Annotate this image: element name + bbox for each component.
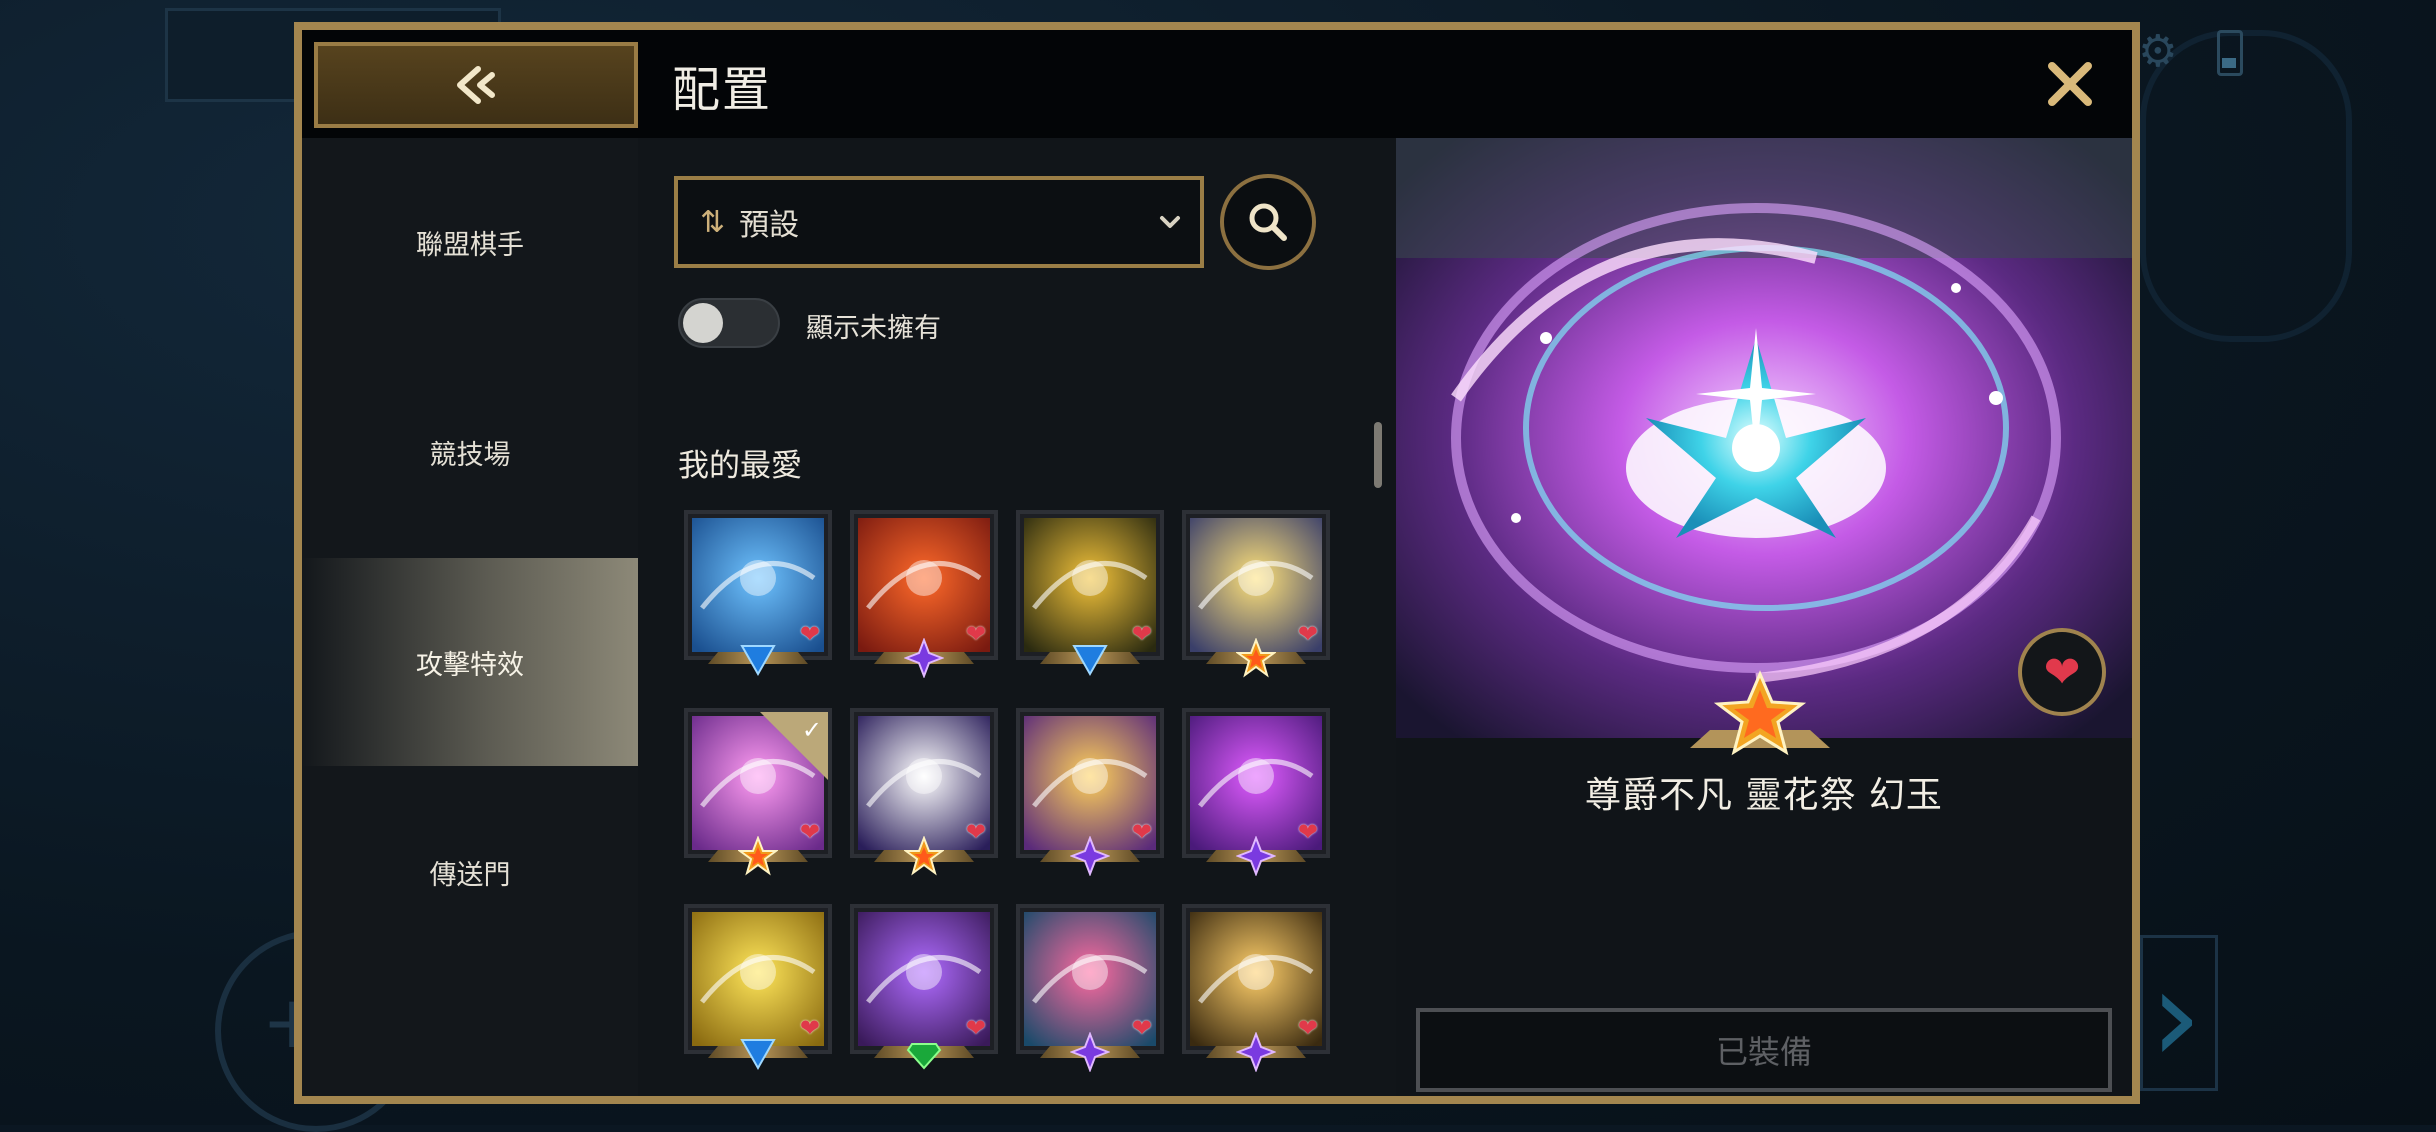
close-button[interactable] (2042, 56, 2098, 112)
blue-gem-icon (740, 645, 776, 677)
battery-level (2222, 58, 2236, 68)
search-button[interactable] (1220, 174, 1316, 270)
heart-icon: ❤ (1297, 818, 1318, 846)
effect-tile[interactable]: ❤ (684, 510, 832, 677)
effect-tile[interactable]: ❤ (1182, 904, 1330, 1072)
category-sidebar: 聯盟棋手 競技場 攻擊特效 傳送門 (302, 138, 638, 1096)
heart-icon: ❤ (965, 1014, 986, 1042)
battery-icon (2217, 30, 2243, 76)
purple-gem-icon (1236, 836, 1276, 876)
heart-icon: ❤ (1297, 1014, 1318, 1042)
chevron-down-icon (1160, 216, 1180, 228)
heart-icon: ❤ (799, 1014, 820, 1042)
page-title: 配置 (672, 62, 773, 118)
heart-icon: ❤ (799, 620, 820, 648)
sort-selected-value: 預設 (739, 208, 800, 243)
heart-icon: ❤ (1131, 1014, 1152, 1042)
effect-tile[interactable]: ❤ (1016, 708, 1164, 876)
equip-button-label: 已裝備 (1715, 1033, 1812, 1071)
heart-icon: ❤ (799, 818, 820, 846)
sidebar-item-label: 攻擊特效 (416, 649, 524, 681)
orange-gem-icon (1236, 638, 1276, 678)
search-icon (1249, 203, 1287, 241)
sidebar-item-tacticians[interactable]: 聯盟棋手 (302, 138, 638, 346)
show-unowned-toggle[interactable] (678, 298, 780, 348)
effect-tile[interactable]: ✓ ❤ (684, 708, 832, 876)
collection-panel: ⇅ 預設 顯示未擁有 我的最愛 ❤ ❤ ❤ ❤ ✓ ❤ ❤ ❤ ❤ ❤ ❤ ❤ ❤ (638, 138, 1396, 1096)
effect-tile[interactable]: ❤ (1182, 510, 1330, 678)
purple-gem-icon (1070, 1032, 1110, 1072)
toggle-knob (683, 303, 723, 343)
sort-arrows-icon: ⇅ (700, 204, 726, 240)
purple-gem-icon (1236, 1032, 1276, 1072)
effect-tile[interactable]: ❤ (850, 708, 998, 876)
orange-gem-icon (738, 836, 778, 876)
heart-icon: ❤ (965, 620, 986, 648)
favorite-button[interactable]: ❤ (2018, 628, 2106, 716)
sidebar-item-portal[interactable]: 傳送門 (302, 768, 638, 976)
effect-tile[interactable]: ❤ (1182, 708, 1330, 876)
purple-gem-icon (1070, 836, 1110, 876)
checkmark-icon: ✓ (801, 716, 822, 744)
heart-icon: ❤ (1131, 620, 1152, 648)
blue-gem-icon (740, 1039, 776, 1071)
preview-panel: ❤ 尊爵不凡 靈花祭 幻玉 已裝備 (1396, 138, 2132, 1096)
effect-tile[interactable]: ❤ (1016, 510, 1164, 677)
sidebar-item-label: 傳送門 (429, 859, 511, 891)
purple-gem-icon (904, 638, 944, 678)
scrollbar[interactable] (1374, 422, 1382, 488)
orange-gem-icon (904, 836, 944, 876)
loadout-modal: 配置 聯盟棋手 競技場 攻擊特效 傳送門 ⇅ 預設 顯示未擁有 我的最愛 ❤ ❤… (294, 22, 2140, 1104)
background-chevron-icon: › (2150, 940, 2202, 1092)
heart-icon: ❤ (1297, 620, 1318, 648)
effect-tile[interactable]: ❤ (850, 904, 998, 1070)
effect-tile[interactable]: ❤ (1016, 904, 1164, 1072)
sidebar-item-arena[interactable]: 競技場 (302, 348, 638, 556)
modal-header: 配置 (302, 30, 2132, 138)
effect-preview-image (1396, 138, 2132, 738)
sort-dropdown[interactable]: ⇅ 預設 (674, 176, 1204, 268)
sidebar-item-attack-effects[interactable]: 攻擊特效 (302, 558, 638, 766)
heart-icon: ❤ (1131, 818, 1152, 846)
back-arrow-icon (457, 66, 495, 104)
heart-icon: ❤ (965, 818, 986, 846)
favorites-section-title: 我的最愛 (678, 448, 802, 484)
close-icon (2048, 62, 2092, 106)
equipped-button[interactable]: 已裝備 (1416, 1008, 2112, 1092)
sidebar-item-label: 競技場 (429, 439, 511, 471)
heart-icon: ❤ (2043, 646, 2081, 698)
effect-tile[interactable]: ❤ (850, 510, 998, 678)
show-unowned-label: 顯示未擁有 (806, 313, 941, 344)
settings-gear-icon: ⚙ (2138, 26, 2178, 77)
star-gem-icon (1690, 670, 1830, 756)
green-gem-icon (906, 1043, 942, 1070)
back-button[interactable] (314, 42, 638, 128)
effect-tile[interactable]: ❤ (684, 904, 832, 1071)
blue-gem-icon (1072, 645, 1108, 677)
effect-name: 尊爵不凡 靈花祭 幻玉 (1585, 775, 1943, 816)
sidebar-item-label: 聯盟棋手 (416, 229, 524, 261)
